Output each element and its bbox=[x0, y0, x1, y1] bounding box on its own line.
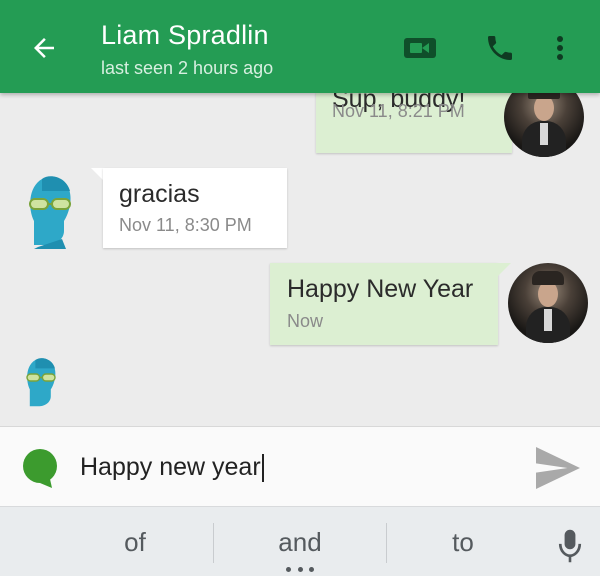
message-list[interactable]: Sup, buddy! Nov 11, 8:21 PM gracias Nov … bbox=[0, 93, 600, 426]
message-input[interactable]: Happy new year bbox=[80, 447, 520, 487]
message-bubble-outgoing[interactable]: Happy New Year Now bbox=[270, 263, 498, 345]
message-input-value: Happy new year bbox=[80, 453, 261, 481]
avatar-self[interactable] bbox=[508, 263, 588, 343]
suggestion-to[interactable]: to bbox=[380, 527, 546, 558]
phone-icon bbox=[488, 36, 512, 60]
text-caret bbox=[261, 454, 264, 483]
message-text: gracias bbox=[119, 180, 200, 208]
emoji-icon bbox=[23, 449, 57, 488]
back-arrow-icon bbox=[34, 38, 54, 58]
app-bar: Liam Spradlin last seen 2 hours ago bbox=[0, 0, 600, 93]
suggestion-of[interactable]: of bbox=[40, 527, 230, 558]
emoji-button[interactable] bbox=[20, 446, 60, 490]
contact-name[interactable]: Liam Spradlin bbox=[101, 20, 269, 51]
send-icon bbox=[536, 447, 580, 489]
more-suggestions-indicator[interactable] bbox=[286, 567, 314, 575]
message-text: Happy New Year bbox=[287, 275, 474, 303]
video-call-button[interactable] bbox=[400, 28, 440, 68]
message-bubble-incoming[interactable]: gracias Nov 11, 8:30 PM bbox=[103, 168, 287, 248]
message-timestamp: Nov 11, 8:30 PM bbox=[119, 215, 252, 235]
microphone-icon bbox=[558, 529, 582, 563]
last-seen-status: last seen 2 hours ago bbox=[101, 58, 274, 78]
send-button[interactable] bbox=[532, 443, 584, 493]
voice-input-button[interactable] bbox=[552, 525, 588, 567]
avatar-contact-typing bbox=[26, 358, 56, 407]
avatar-self[interactable] bbox=[504, 93, 584, 157]
message-bubble-outgoing[interactable]: Sup, buddy! Nov 11, 8:21 PM bbox=[316, 93, 512, 153]
avatar-contact[interactable] bbox=[20, 169, 80, 249]
bubble-tail bbox=[497, 263, 511, 277]
more-vert-icon bbox=[557, 36, 563, 60]
more-options-button[interactable] bbox=[542, 28, 578, 68]
video-call-icon bbox=[404, 38, 436, 58]
voice-call-button[interactable] bbox=[480, 28, 520, 68]
keyboard-suggestion-strip: of and to bbox=[0, 506, 600, 576]
compose-bar: Happy new year bbox=[0, 426, 600, 506]
back-button[interactable] bbox=[24, 28, 64, 68]
message-timestamp: Now bbox=[287, 311, 324, 331]
message-timestamp: Nov 11, 8:21 PM bbox=[332, 101, 465, 121]
suggestion-and[interactable]: and bbox=[214, 527, 386, 558]
